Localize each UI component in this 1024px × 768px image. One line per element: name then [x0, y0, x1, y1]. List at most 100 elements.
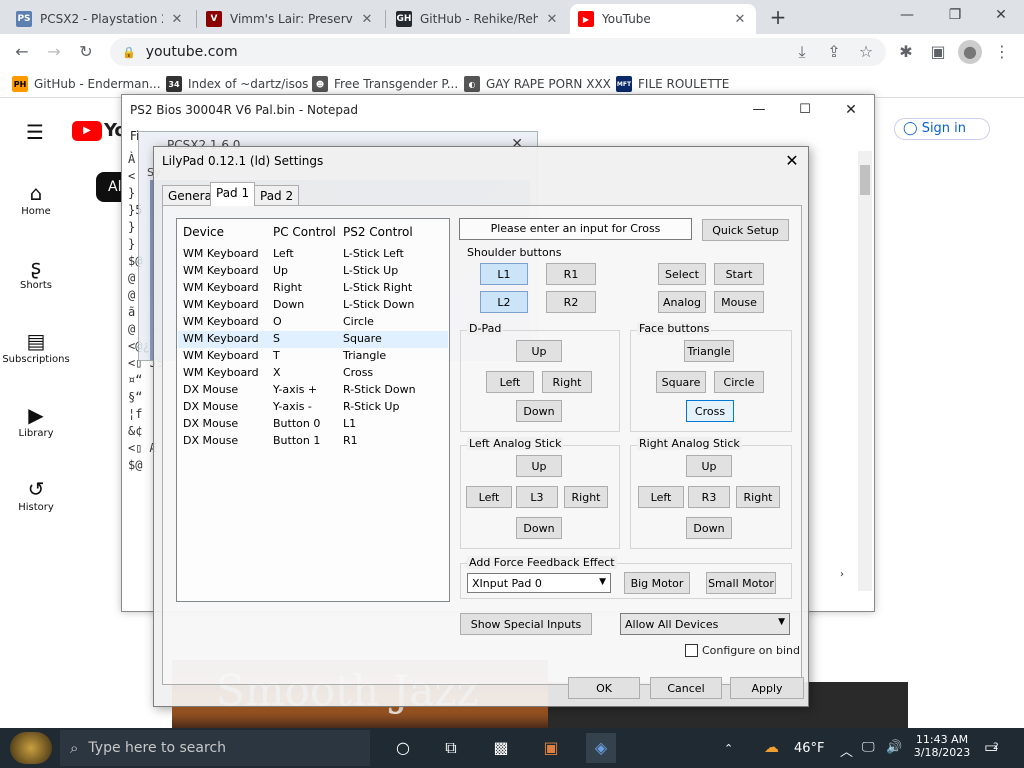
bookmark-item[interactable]: PH GitHub - Enderman... [12, 74, 161, 94]
bookmark-item[interactable]: ☻ Free Transgender P... [312, 74, 458, 94]
back-icon[interactable]: ← [10, 40, 34, 64]
dpad-down-button[interactable]: Down [516, 400, 562, 422]
tab-pad2[interactable]: Pad 2 [254, 185, 300, 205]
address-bar[interactable]: 🔒 youtube.com [110, 38, 886, 66]
rstick-up-button[interactable]: Up [686, 455, 732, 477]
r3-button[interactable]: R3 [688, 486, 730, 508]
taskbar-search[interactable]: ⌕ Type here to search [60, 730, 370, 766]
close-window-icon[interactable]: ✕ [978, 0, 1024, 32]
maximize-icon[interactable]: ❐ [932, 0, 978, 32]
l1-button[interactable]: L1 [480, 263, 528, 285]
scroll-right-icon[interactable]: › [840, 569, 844, 580]
dpad-left-button[interactable]: Left [486, 371, 534, 393]
column-header-ps2-control[interactable]: PS2 Control [343, 225, 413, 239]
task-view-icon[interactable]: ⧉ [436, 733, 466, 763]
apply-button[interactable]: Apply [730, 677, 804, 699]
nav-history[interactable]: ↺ History [0, 476, 72, 513]
clock[interactable]: 11:43 AM 3/18/2023 [913, 733, 971, 759]
close-icon[interactable]: ✕ [828, 95, 874, 125]
show-special-inputs-button[interactable]: Show Special Inputs [460, 613, 592, 635]
square-button[interactable]: Square [656, 371, 706, 393]
close-icon[interactable]: ✕ [359, 12, 375, 27]
binding-row[interactable]: DX Mouse Button 1 R1 [178, 433, 448, 450]
hamburger-menu-icon[interactable]: ☰ [26, 120, 44, 144]
nav-shorts[interactable]: ʂ Shorts [0, 254, 72, 291]
analog-button[interactable]: Analog [658, 291, 706, 313]
binding-row[interactable]: WM Keyboard T Triangle [178, 348, 448, 365]
small-motor-button[interactable]: Small Motor [706, 572, 776, 594]
rstick-right-button[interactable]: Right [736, 486, 780, 508]
nav-home[interactable]: ⌂ Home [0, 180, 72, 217]
mouse-button[interactable]: Mouse [714, 291, 764, 313]
l3-button[interactable]: L3 [516, 486, 558, 508]
circle-button[interactable]: Circle [714, 371, 764, 393]
binding-row[interactable]: WM Keyboard S Square [178, 331, 448, 348]
notifications-icon[interactable]: ▭ 2 [984, 738, 999, 756]
checkbox-box[interactable] [685, 644, 698, 657]
binding-row[interactable]: WM Keyboard Down L-Stick Down [178, 297, 448, 314]
lstick-left-button[interactable]: Left [466, 486, 512, 508]
dpad-right-button[interactable]: Right [542, 371, 592, 393]
binding-row[interactable]: WM Keyboard Up L-Stick Up [178, 263, 448, 280]
install-icon[interactable]: ⤓ [790, 40, 814, 64]
tray-chevron-icon[interactable]: ︿ [840, 741, 853, 760]
tab-pcsx2[interactable]: PS PCSX2 - Playstation 2 E ✕ [8, 4, 193, 34]
tab-vimm[interactable]: V Vimm's Lair: Preserving ✕ [198, 4, 383, 34]
sign-in-button[interactable]: ◯ Sign in [894, 118, 990, 140]
column-header-pc-control[interactable]: PC Control [273, 225, 336, 239]
column-header-device[interactable]: Device [183, 225, 224, 239]
side-panel-icon[interactable]: ▣ [926, 40, 950, 64]
youtube-logo[interactable]: ▶ Yo [72, 120, 127, 141]
notepad-scrollbar[interactable] [858, 151, 872, 591]
rstick-left-button[interactable]: Left [638, 486, 684, 508]
maximize-icon[interactable]: ☐ [782, 95, 828, 125]
share-icon[interactable]: ⇪ [822, 40, 846, 64]
r2-button[interactable]: R2 [546, 291, 596, 313]
binding-row[interactable]: WM Keyboard Left L-Stick Left [178, 246, 448, 263]
triangle-button[interactable]: Triangle [684, 340, 734, 362]
weather-temp[interactable]: 46°F [794, 741, 825, 756]
minimize-icon[interactable]: — [884, 0, 930, 32]
rstick-down-button[interactable]: Down [686, 517, 732, 539]
r1-button[interactable]: R1 [546, 263, 596, 285]
lstick-right-button[interactable]: Right [564, 486, 608, 508]
bookmark-item[interactable]: ◐ GAY RAPE PORN XXX [464, 74, 611, 94]
bookmark-item[interactable]: MFT FILE ROULETTE [616, 74, 729, 94]
binding-row[interactable]: WM Keyboard O Circle [178, 314, 448, 331]
big-motor-button[interactable]: Big Motor [624, 572, 690, 594]
binding-row[interactable]: WM Keyboard Right L-Stick Right [178, 280, 448, 297]
minimize-icon[interactable]: — [736, 95, 782, 125]
tab-youtube[interactable]: ▶ YouTube ✕ [570, 4, 756, 34]
lstick-down-button[interactable]: Down [516, 517, 562, 539]
cross-button[interactable]: Cross [686, 400, 734, 422]
forward-icon[interactable]: → [42, 40, 66, 64]
select-button[interactable]: Select [658, 263, 706, 285]
tab-github[interactable]: GH GitHub - Rehike/Rehike ✕ [388, 4, 568, 34]
dpad-up-button[interactable]: Up [516, 340, 562, 362]
nav-subscriptions[interactable]: ▤ Subscriptions [0, 328, 72, 365]
nav-library[interactable]: ▶ Library [0, 402, 72, 439]
binding-row[interactable]: WM Keyboard X Cross [178, 365, 448, 382]
lstick-up-button[interactable]: Up [516, 455, 562, 477]
menu-dots-icon[interactable]: ⋮ [990, 40, 1014, 64]
allow-devices-select[interactable]: Allow All Devices ▼ [620, 613, 790, 635]
close-icon[interactable]: ✕ [544, 12, 560, 27]
close-icon[interactable]: ✕ [780, 149, 804, 173]
bookmark-star-icon[interactable]: ☆ [854, 40, 878, 64]
close-icon[interactable]: ✕ [732, 12, 748, 27]
cancel-button[interactable]: Cancel [650, 677, 722, 699]
l2-button[interactable]: L2 [480, 291, 528, 313]
bookmark-item[interactable]: 34 Index of ~dartz/isos [166, 74, 308, 94]
tab-pad1[interactable]: Pad 1 [210, 182, 256, 206]
reload-icon[interactable]: ↻ [74, 40, 98, 64]
scroll-up-icon[interactable]: ⌃ [724, 742, 733, 755]
ok-button[interactable]: OK [568, 677, 640, 699]
start-button[interactable] [10, 732, 52, 764]
ffb-device-select[interactable]: XInput Pad 0 ▼ [467, 573, 611, 593]
profile-icon[interactable]: ● [958, 40, 982, 64]
start-button[interactable]: Start [714, 263, 764, 285]
binding-row[interactable]: DX Mouse Button 0 L1 [178, 416, 448, 433]
bindings-list[interactable]: Device PC Control PS2 Control WM Keyboar… [176, 218, 450, 602]
app-icon[interactable]: ▩ [486, 733, 516, 763]
binding-row[interactable]: DX Mouse Y-axis - R-Stick Up [178, 399, 448, 416]
